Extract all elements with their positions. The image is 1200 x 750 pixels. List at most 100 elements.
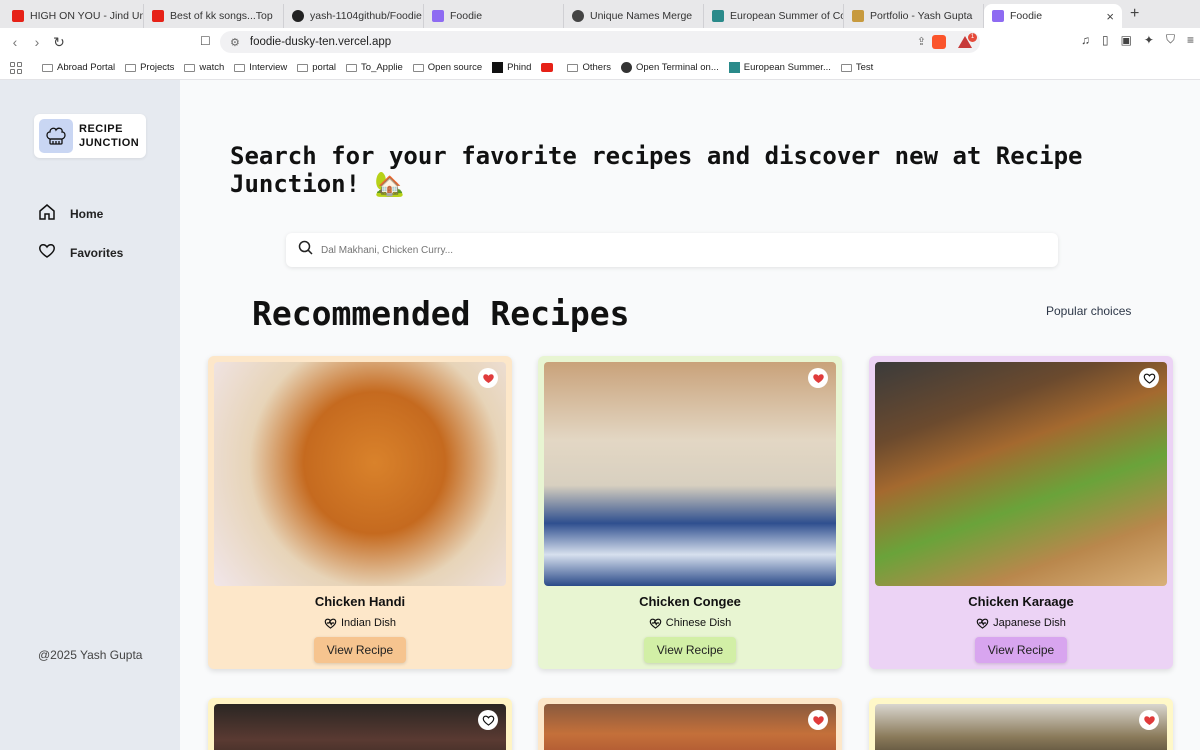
recipe-card[interactable]: Chicken Karaage Japanese Dish View Recip… xyxy=(869,356,1173,669)
bookmark-item[interactable]: watch xyxy=(184,62,224,73)
logo-text: RECIPE JUNCTION xyxy=(79,123,140,149)
popular-choices-label[interactable]: Popular choices xyxy=(1046,304,1131,318)
main-content: Search for your favorite recipes and dis… xyxy=(180,80,1200,750)
github-icon xyxy=(292,10,304,22)
youtube-icon xyxy=(12,10,24,22)
leo-ai-icon[interactable]: ✦ xyxy=(1144,33,1154,47)
url-field[interactable]: ⚙ foodie-dusky-ten.vercel.app ⇪ xyxy=(220,31,980,53)
logo[interactable]: RECIPE JUNCTION xyxy=(34,114,146,158)
heart-pulse-icon xyxy=(649,618,662,629)
view-recipe-button[interactable]: View Recipe xyxy=(975,637,1067,663)
section-title: Recommended Recipes xyxy=(252,294,630,333)
recipe-cuisine: Japanese Dish xyxy=(875,617,1167,629)
folder-icon xyxy=(840,63,852,72)
heart-filled-icon xyxy=(482,374,494,384)
browser-tab-active[interactable]: Foodie × xyxy=(984,4,1122,28)
heart-outline-icon xyxy=(1143,373,1155,384)
close-icon[interactable]: × xyxy=(1106,9,1114,24)
portfolio-icon xyxy=(852,10,864,22)
globe-icon xyxy=(572,10,584,22)
bookmark-item[interactable]: Test xyxy=(840,62,873,73)
recipe-card[interactable]: Chicken Handi Indian Dish View Recipe xyxy=(208,356,512,669)
favorite-button[interactable] xyxy=(1139,710,1159,730)
app: RECIPE JUNCTION Home Favorites @2025 Yas… xyxy=(0,80,1200,750)
bookmark-item[interactable]: Phind xyxy=(492,62,531,73)
recipe-image xyxy=(875,704,1167,750)
new-tab-icon[interactable]: + xyxy=(1130,5,1139,23)
bookmark-item[interactable]: European Summer... xyxy=(728,62,831,73)
browser-tab[interactable]: Foodie xyxy=(424,4,564,28)
site-settings-icon[interactable]: ⚙ xyxy=(230,36,240,49)
search-bar[interactable] xyxy=(286,233,1058,267)
heart-icon xyxy=(38,242,56,263)
favorite-button[interactable] xyxy=(478,710,498,730)
folder-icon xyxy=(125,63,137,72)
browser-tab[interactable]: Best of kk songs...Top xyxy=(144,4,284,28)
heart-outline-icon xyxy=(482,715,494,726)
folder-icon xyxy=(346,63,358,72)
recipe-image xyxy=(875,362,1167,586)
sidebar-icon[interactable]: ▯ xyxy=(1102,33,1109,47)
youtube-icon xyxy=(152,10,164,22)
back-icon[interactable]: ‹ xyxy=(4,34,26,50)
apps-icon[interactable] xyxy=(10,61,22,74)
bookmark-item[interactable]: Interview xyxy=(234,62,287,73)
wallet-icon[interactable]: ▣ xyxy=(1121,33,1132,47)
browser-tab[interactable]: European Summer of Code xyxy=(704,4,844,28)
browser-tabbar: HIGH ON YOU - Jind Unive Best of kk song… xyxy=(0,0,1200,28)
browser-tab[interactable]: Unique Names Merge xyxy=(564,4,704,28)
recipe-title: Chicken Karaage xyxy=(968,594,1074,609)
bookmark-icon[interactable]: ☐ xyxy=(200,34,211,48)
recipe-card[interactable]: Chicken Congee Chinese Dish View Recipe xyxy=(538,356,842,669)
recipe-image xyxy=(214,704,506,750)
share-icon[interactable]: ⇪ xyxy=(917,35,926,48)
search-input[interactable] xyxy=(321,244,1021,256)
bookmark-item[interactable]: To_Applie xyxy=(346,62,403,73)
recipe-card[interactable] xyxy=(869,698,1173,750)
favorite-button[interactable] xyxy=(808,710,828,730)
heart-pulse-icon xyxy=(324,618,337,629)
chef-hat-icon xyxy=(39,119,73,153)
bookmark-item[interactable]: Abroad Portal xyxy=(42,62,115,73)
recipe-card[interactable] xyxy=(538,698,842,750)
home-icon xyxy=(38,203,56,224)
forward-icon[interactable]: › xyxy=(26,34,48,50)
browser-tab[interactable]: yash-1104github/Foodie xyxy=(284,4,424,28)
folder-icon xyxy=(567,63,579,72)
address-bar: ‹ › ↻ ☐ ⚙ foodie-dusky-ten.vercel.app ⇪ … xyxy=(0,28,1200,56)
recipe-title: Chicken Handi xyxy=(314,594,406,609)
heart-filled-icon xyxy=(1143,716,1155,726)
bookmark-item[interactable]: Open Terminal on... xyxy=(621,62,719,73)
recipe-card[interactable] xyxy=(208,698,512,750)
vite-icon xyxy=(432,10,444,22)
site-icon xyxy=(728,62,740,73)
view-recipe-button[interactable]: View Recipe xyxy=(644,637,736,663)
browser-tab[interactable]: HIGH ON YOU - Jind Unive xyxy=(4,4,144,28)
menu-icon[interactable]: ≡ xyxy=(1187,33,1194,47)
sidebar-item-favorites[interactable]: Favorites xyxy=(38,242,123,263)
vpn-icon[interactable]: ⛉ xyxy=(1166,32,1175,47)
favorite-button[interactable] xyxy=(478,368,498,388)
sidebar-footer: @2025 Yash Gupta xyxy=(38,648,143,662)
folder-icon xyxy=(297,63,309,72)
recipe-cuisine: Chinese Dish xyxy=(544,617,836,629)
bookmark-item[interactable]: Projects xyxy=(125,62,174,73)
vite-icon xyxy=(992,10,1004,22)
brave-rewards-icon[interactable]: 1 xyxy=(958,33,977,48)
favorite-button[interactable] xyxy=(808,368,828,388)
recipe-title: Chicken Congee xyxy=(639,594,741,609)
view-recipe-button[interactable]: View Recipe xyxy=(314,637,406,663)
heart-filled-icon xyxy=(812,374,824,384)
browser-tab[interactable]: Portfolio - Yash Gupta xyxy=(844,4,984,28)
sidebar-item-home[interactable]: Home xyxy=(38,203,103,224)
brave-shield-icon[interactable] xyxy=(932,35,946,49)
favorite-button[interactable] xyxy=(1139,368,1159,388)
bookmark-item[interactable]: Open source xyxy=(412,62,482,73)
bookmark-item[interactable]: Others xyxy=(567,62,611,73)
reload-icon[interactable]: ↻ xyxy=(48,34,70,51)
bookmark-item[interactable] xyxy=(541,63,557,72)
terminal-icon xyxy=(621,62,632,73)
heart-pulse-icon xyxy=(976,618,989,629)
music-icon[interactable]: ♫ xyxy=(1081,33,1090,47)
bookmark-item[interactable]: portal xyxy=(297,62,336,73)
